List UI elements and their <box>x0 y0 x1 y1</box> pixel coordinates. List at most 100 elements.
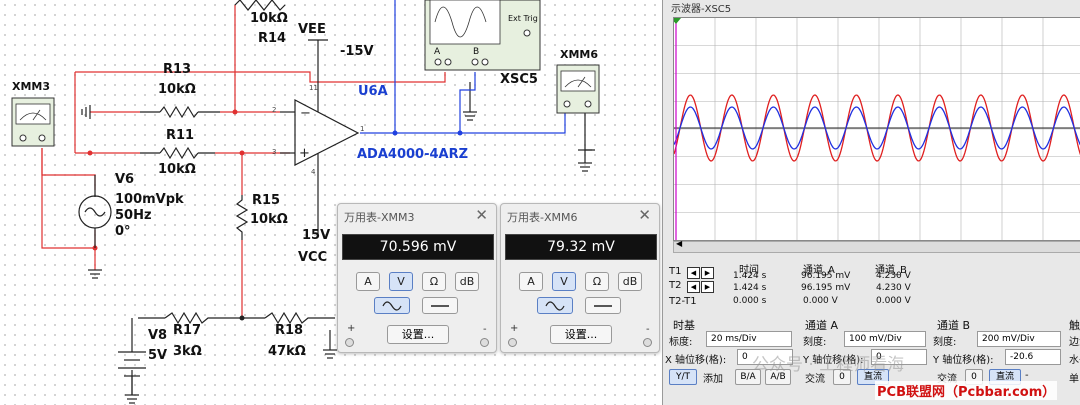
scope-traces <box>674 18 1080 240</box>
multimeter-reading: 79.32 mV <box>505 234 657 260</box>
cursor-delta-label: T2-T1 <box>669 296 697 307</box>
vcc-value: 15V <box>302 228 331 243</box>
pcbbar-watermark: PCB联盟网（Pcbbar.com） <box>875 381 1058 400</box>
plus-terminal-label: + <box>510 323 519 334</box>
vee-name: VEE <box>298 22 326 37</box>
multimeter-window-xmm3[interactable]: 万用表-XMM3 ✕ 70.596 mV A V Ω dB 设置... + - <box>337 203 497 353</box>
v6-frequency: 50Hz <box>115 208 152 223</box>
t1-time: 1.424 s <box>733 271 767 281</box>
channel-b-scale-field[interactable]: 200 mV/Div <box>977 331 1061 347</box>
mode-ohm-button[interactable]: Ω <box>422 272 446 291</box>
r17-name: R17 <box>173 323 202 338</box>
delta-channel-a: 0.000 V <box>803 296 838 306</box>
mode-ohm-button[interactable]: Ω <box>585 272 609 291</box>
scope-horizontal-scrollbar[interactable]: ◀ <box>673 239 1080 253</box>
t2-channel-b: 4.230 V <box>876 283 911 293</box>
trigger-title: 触 <box>1069 319 1080 332</box>
channel-b-extra-button[interactable]: - <box>1025 370 1029 381</box>
r18-name: R18 <box>275 323 304 338</box>
oscilloscope-window[interactable]: 示波器-XSC5 ◀ 时间 通道_A 通道_B T1 ◀ ▶ 1.424 s 9… <box>662 0 1080 405</box>
v8-name: V8 <box>148 328 168 343</box>
multimeter-title: 万用表-XMM6 <box>507 211 578 224</box>
plus-jack-icon[interactable] <box>345 338 354 347</box>
mode-yt-button[interactable]: Y/T <box>669 369 697 385</box>
r15-value: 10kΩ <box>250 212 288 227</box>
t2-right-arrow-icon[interactable]: ▶ <box>701 281 714 293</box>
minus-jack-icon[interactable] <box>643 338 652 347</box>
plus-jack-icon[interactable] <box>508 338 517 347</box>
xsc5-name: XSC5 <box>500 72 538 87</box>
mode-v-button[interactable]: V <box>552 272 576 291</box>
t2-left-arrow-icon[interactable]: ◀ <box>687 281 700 293</box>
v6-name: V6 <box>115 172 135 187</box>
scope-screen[interactable] <box>673 17 1080 241</box>
settings-button[interactable]: 设置... <box>387 325 449 344</box>
ext-trig-label: Ext Trig <box>508 14 538 23</box>
xmm6-name: XMM6 <box>560 48 599 61</box>
t1-right-arrow-icon[interactable]: ▶ <box>701 267 714 279</box>
channel-a-scale-field[interactable]: 100 mV/Div <box>844 331 926 347</box>
dc-line-icon <box>594 305 612 307</box>
minus-jack-icon[interactable] <box>480 338 489 347</box>
mode-v-button[interactable]: V <box>389 272 413 291</box>
mode-a-button[interactable]: A <box>356 272 380 291</box>
pin-inv: 2 <box>272 106 277 114</box>
scope-title: 示波器-XSC5 <box>671 4 732 15</box>
close-icon[interactable]: ✕ <box>475 206 488 224</box>
v6-phase: 0° <box>115 224 131 239</box>
vee-value: -15V <box>340 44 374 59</box>
multimeter-window-xmm6[interactable]: 万用表-XMM6 ✕ 79.32 mV A V Ω dB 设置... + - <box>500 203 660 353</box>
mode-add-button[interactable]: 添加 <box>703 370 723 385</box>
t1-left-arrow-icon[interactable]: ◀ <box>687 267 700 279</box>
r17-value: 3kΩ <box>173 344 202 359</box>
multimeter-title: 万用表-XMM3 <box>344 211 415 224</box>
u6a-part: ADA4000-4ARZ <box>357 147 469 162</box>
wechat-watermark: 公众号 · 工程师看海 <box>752 355 905 375</box>
schematic-canvas[interactable]: − + 10kΩ VEE R14 -15V R13 10kΩ R11 10kΩ … <box>0 0 1080 405</box>
multimeter-reading: 70.596 mV <box>342 234 494 260</box>
delta-time: 0.000 s <box>733 296 767 306</box>
ac-mode-button[interactable] <box>374 297 410 314</box>
v8-value: 5V <box>148 348 168 363</box>
t2-time: 1.424 s <box>733 283 767 293</box>
r18-value: 47kΩ <box>268 344 306 359</box>
mode-a-button[interactable]: A <box>519 272 543 291</box>
close-icon[interactable]: ✕ <box>638 206 651 224</box>
sine-wave-icon <box>545 301 565 311</box>
t1-channel-a: 96.195 mV <box>801 271 851 281</box>
timebase-scale-field[interactable]: 20 ms/Div <box>706 331 792 347</box>
r11-name: R11 <box>166 128 195 143</box>
ac-mode-button[interactable] <box>537 297 573 314</box>
trigger-single-button[interactable]: 单 <box>1069 370 1079 385</box>
r13-value: 10kΩ <box>158 82 196 97</box>
dc-mode-button[interactable] <box>585 297 621 314</box>
dc-mode-button[interactable] <box>422 297 458 314</box>
pin-out: 1 <box>360 125 365 133</box>
cursor-marker-icon <box>674 18 681 24</box>
pin-vminus: 11 <box>309 84 318 92</box>
pin-noninv: 3 <box>272 148 277 156</box>
r11-value: 10kΩ <box>158 162 196 177</box>
r13-name: R13 <box>163 62 192 77</box>
cursor-t2-label: T2 <box>669 280 682 291</box>
channel-b-ypos-label: Y 轴位移(格): <box>933 355 994 366</box>
dc-line-icon <box>431 305 449 307</box>
settings-button[interactable]: 设置... <box>550 325 612 344</box>
channel-a-scale-label: 刻度: <box>803 337 827 348</box>
svg-text:−: − <box>300 106 311 121</box>
channel-b-scale-label: 刻度: <box>933 337 957 348</box>
trigger-level-label: 水平 <box>1069 355 1080 366</box>
v6-amplitude: 100mVpk <box>115 192 184 207</box>
mode-db-button[interactable]: dB <box>455 272 479 291</box>
channel-b-ypos-field[interactable]: -20.6 <box>1005 349 1061 365</box>
r15-name: R15 <box>252 193 281 208</box>
timebase-scale-label: 标度: <box>669 337 693 348</box>
minus-terminal-label: - <box>646 324 650 335</box>
sine-wave-icon <box>382 301 402 311</box>
u6a-name: U6A <box>358 84 388 99</box>
scroll-left-icon[interactable]: ◀ <box>676 239 682 248</box>
mode-db-button[interactable]: dB <box>618 272 642 291</box>
t2-channel-a: 96.195 mV <box>801 283 851 293</box>
minus-terminal-label: - <box>483 324 487 335</box>
delta-channel-b: 0.000 V <box>876 296 911 306</box>
